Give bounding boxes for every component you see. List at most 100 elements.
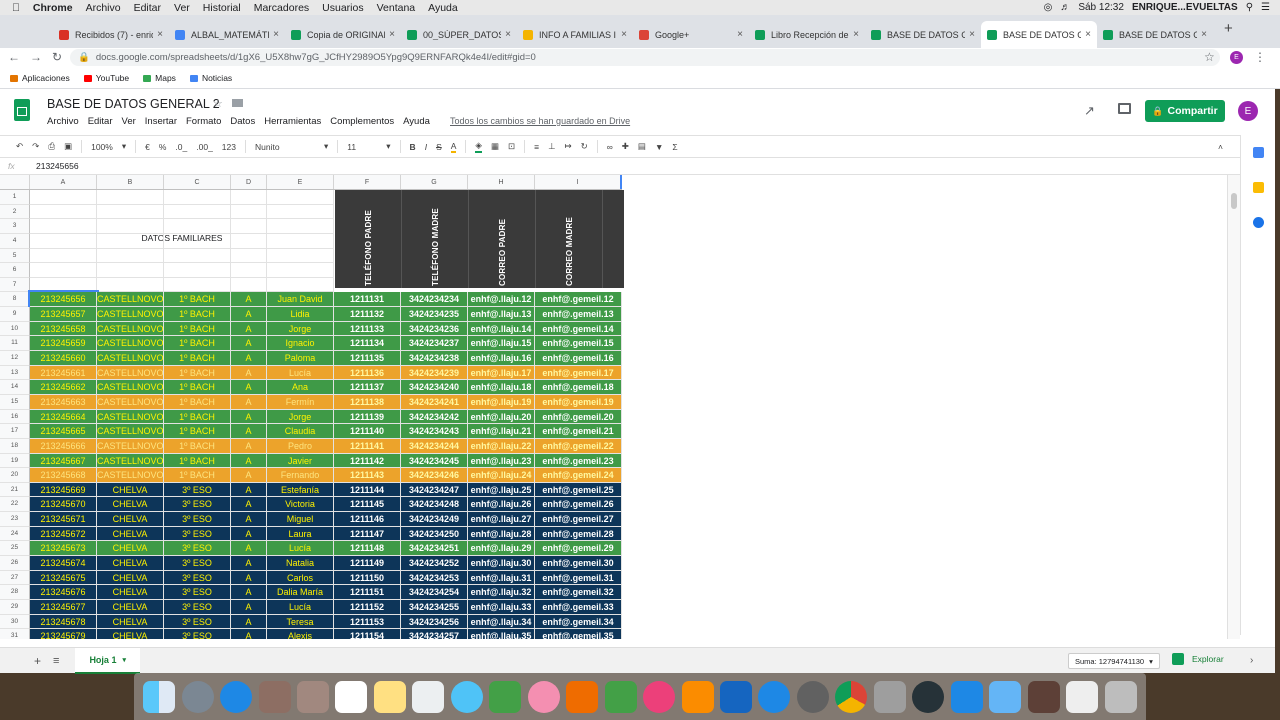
table-cell[interactable]: enhf@.llaju.18 <box>468 380 535 395</box>
comments-icon[interactable] <box>1118 103 1131 114</box>
chevron-down-icon[interactable]: ▾ <box>122 656 126 664</box>
appstore-icon[interactable] <box>758 680 791 713</box>
table-cell[interactable]: 3424234250 <box>401 526 468 542</box>
table-cell[interactable]: 3424234257 <box>401 629 468 639</box>
browser-tab[interactable]: Libro Recepción de × <box>749 21 865 48</box>
percent-button[interactable]: % <box>159 142 167 152</box>
row-number[interactable]: 5 <box>0 248 30 264</box>
table-cell[interactable]: enhf@.llaju.19 <box>468 394 535 410</box>
column-header[interactable]: H <box>468 175 535 189</box>
table-cell[interactable]: Miguel <box>267 512 334 527</box>
profile-avatar[interactable]: E <box>1230 51 1243 64</box>
table-cell[interactable]: 213245669 <box>30 482 97 498</box>
doc-menu-item[interactable]: Ayuda <box>403 116 430 127</box>
table-cell[interactable]: 3º ESO <box>164 482 231 498</box>
table-cell[interactable]: Claudia <box>267 424 334 439</box>
share-button[interactable]: 🔒 Compartir <box>1145 100 1225 122</box>
redo-icon[interactable]: ↷ <box>32 141 39 152</box>
browser-tab[interactable]: BASE DE DATOS G × <box>981 21 1097 48</box>
table-cell[interactable]: 3424234247 <box>401 482 468 498</box>
table-cell[interactable]: Alexis <box>267 629 334 639</box>
table-cell[interactable]: enhf@.gemeil.16 <box>535 351 622 366</box>
table-cell[interactable]: 213245657 <box>30 307 97 322</box>
function-icon[interactable]: Σ <box>672 142 677 152</box>
finder-icon[interactable] <box>143 680 176 713</box>
chevron-down-icon[interactable]: ▾ <box>122 141 126 152</box>
clock[interactable]: Sáb 12:32 <box>1078 2 1124 13</box>
collapse-icon[interactable]: ˄ <box>1218 142 1223 152</box>
back-icon[interactable]: ← <box>8 50 20 64</box>
table-cell[interactable]: enhf@.gemeil.15 <box>535 336 622 352</box>
table-cell[interactable]: A <box>231 351 267 366</box>
paint-format-icon[interactable]: ▣ <box>64 141 72 152</box>
table-cell[interactable] <box>334 219 401 234</box>
table-cell[interactable]: 3424234246 <box>401 468 468 483</box>
row-number[interactable]: 14 <box>0 380 30 395</box>
number-format-select[interactable]: 123 <box>222 142 236 152</box>
table-cell[interactable]: 3º ESO <box>164 497 231 513</box>
fill-color-icon[interactable]: ◈ <box>475 140 482 153</box>
table-cell[interactable]: 213245660 <box>30 351 97 366</box>
table-cell[interactable] <box>97 248 164 264</box>
table-cell[interactable] <box>97 277 164 293</box>
table-cell[interactable]: enhf@.llaju.17 <box>468 365 535 381</box>
table-cell[interactable]: Javier <box>267 453 334 469</box>
table-cell[interactable] <box>231 277 267 293</box>
table-cell[interactable]: 1211145 <box>334 497 401 513</box>
table-cell[interactable]: Jorge <box>267 321 334 337</box>
wrap-icon[interactable]: ↦ <box>564 141 571 152</box>
table-cell[interactable] <box>468 190 535 205</box>
table-cell[interactable] <box>30 204 97 220</box>
table-cell[interactable] <box>334 278 401 293</box>
table-cell[interactable] <box>267 277 334 293</box>
table-cell[interactable]: CHELVA <box>97 556 164 571</box>
volume-icon[interactable]: ♬ <box>1060 2 1070 13</box>
table-cell[interactable] <box>401 234 468 249</box>
doc-menu-item[interactable]: Archivo <box>47 116 79 127</box>
table-cell[interactable]: A <box>231 556 267 571</box>
table-cell[interactable]: Laura <box>267 526 334 542</box>
table-cell[interactable]: 213245664 <box>30 409 97 425</box>
table-cell[interactable]: 3424234252 <box>401 556 468 571</box>
table-cell[interactable]: 3424234254 <box>401 585 468 600</box>
table-cell[interactable]: CHELVA <box>97 512 164 527</box>
star-icon[interactable]: ☆ <box>213 98 223 110</box>
table-cell[interactable]: 1º BACH <box>164 438 231 454</box>
table-cell[interactable]: Natalia <box>267 556 334 571</box>
table-cell[interactable] <box>267 219 334 234</box>
table-cell[interactable] <box>535 190 622 205</box>
column-header[interactable]: E <box>267 175 334 189</box>
table-cell[interactable] <box>468 205 535 220</box>
table-cell[interactable] <box>401 205 468 220</box>
table-cell[interactable]: CHELVA <box>97 497 164 513</box>
table-cell[interactable]: 3424234234 <box>401 292 468 308</box>
table-cell[interactable]: enhf@.llaju.13 <box>468 307 535 322</box>
table-cell[interactable]: 3º ESO <box>164 556 231 571</box>
table-cell[interactable]: 1211133 <box>334 321 401 337</box>
link-icon[interactable]: ∞ <box>607 142 613 152</box>
chart-icon[interactable]: ▤ <box>638 141 646 152</box>
table-cell[interactable]: CHELVA <box>97 585 164 600</box>
table-cell[interactable]: A <box>231 365 267 381</box>
table-cell[interactable]: Ana <box>267 380 334 395</box>
table-cell[interactable]: CHELVA <box>97 541 164 557</box>
row-number[interactable]: 26 <box>0 556 30 571</box>
row-number[interactable]: 15 <box>0 394 30 410</box>
table-cell[interactable]: CASTELLNOVO <box>97 292 164 308</box>
row-number[interactable]: 10 <box>0 321 30 337</box>
browser-tab[interactable]: ALBAL_MATEMÁTIC × <box>169 21 285 48</box>
table-cell[interactable]: A <box>231 599 267 615</box>
doc-menu-item[interactable]: Complementos <box>330 116 394 127</box>
browser-tab[interactable]: BASE DE DATOS G × <box>865 21 981 48</box>
row-number[interactable]: 29 <box>0 599 30 615</box>
teamviewer-icon[interactable] <box>950 680 983 713</box>
apple-icon[interactable]:  <box>12 2 20 14</box>
explore-button[interactable]: Explorar <box>1172 653 1224 665</box>
table-cell[interactable]: 1211139 <box>334 409 401 425</box>
text-color-button[interactable]: A <box>450 141 457 153</box>
table-cell[interactable]: 1211140 <box>334 424 401 439</box>
table-cell[interactable] <box>30 219 97 234</box>
table-cell[interactable]: enhf@.gemeil.27 <box>535 512 622 527</box>
table-cell[interactable] <box>97 233 164 249</box>
table-cell[interactable]: A <box>231 438 267 454</box>
